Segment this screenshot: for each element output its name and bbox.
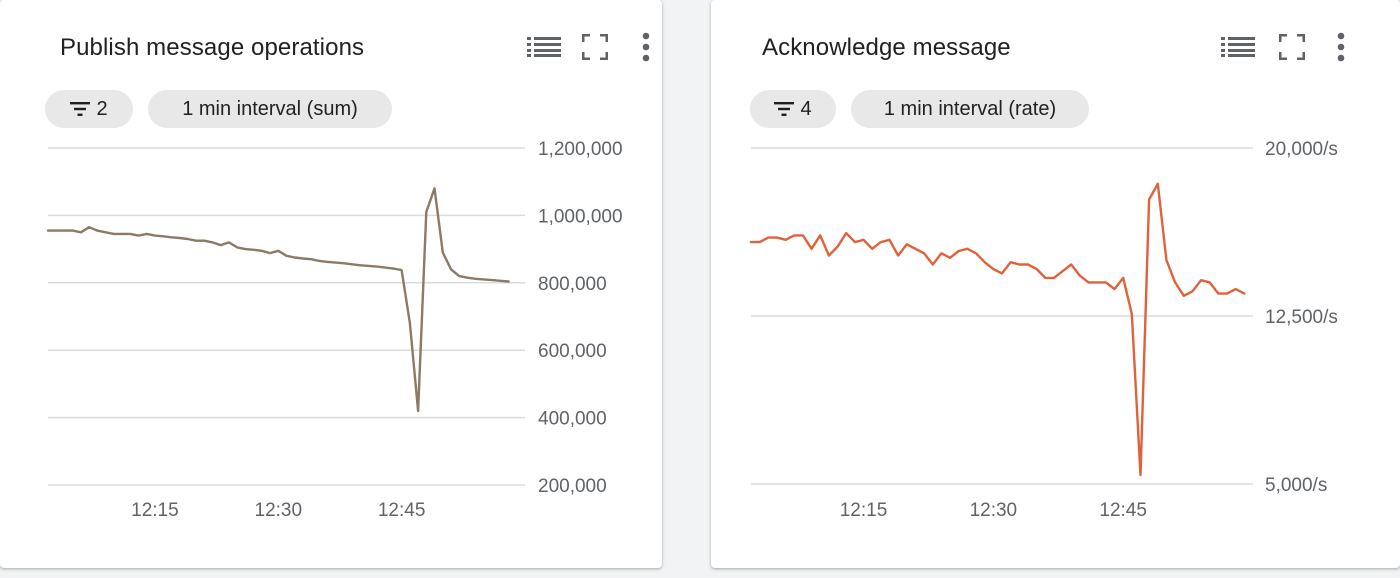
y-tick-label: 200,000 <box>538 476 607 497</box>
y-tick-label: 5,000/s <box>1265 475 1327 496</box>
x-tick-label: 12:30 <box>255 500 303 521</box>
chart-card-acknowledge: Acknowledge message 4 1 min interval (ra… <box>711 0 1400 568</box>
y-tick-label: 1,000,000 <box>538 206 623 227</box>
x-tick-label: 12:45 <box>378 500 426 521</box>
y-tick-label: 400,000 <box>538 409 607 430</box>
series-line[interactable] <box>749 182 1246 477</box>
x-tick-label: 12:15 <box>131 500 179 521</box>
chart-card-publish: Publish message operations 2 1 min inter… <box>0 0 662 568</box>
x-tick-label: 12:15 <box>840 500 888 521</box>
y-tick-label: 20,000/s <box>1265 139 1338 160</box>
line-chart-publish: 1,200,000 1,000,000 800,000 600,000 400,000 2… <box>46 139 623 521</box>
series-line[interactable] <box>46 187 510 413</box>
y-tick-label: 600,000 <box>538 341 607 362</box>
y-tick-label: 800,000 <box>538 274 607 295</box>
y-tick-label: 12,500/s <box>1265 307 1338 328</box>
x-tick-label: 12:30 <box>970 500 1018 521</box>
line-chart-acknowledge: 20,000/s 12,500/s 5,000/s 12:15 12:30 12:45 <box>749 139 1338 521</box>
y-tick-label: 1,200,000 <box>538 139 623 160</box>
x-tick-label: 12:45 <box>1099 500 1147 521</box>
